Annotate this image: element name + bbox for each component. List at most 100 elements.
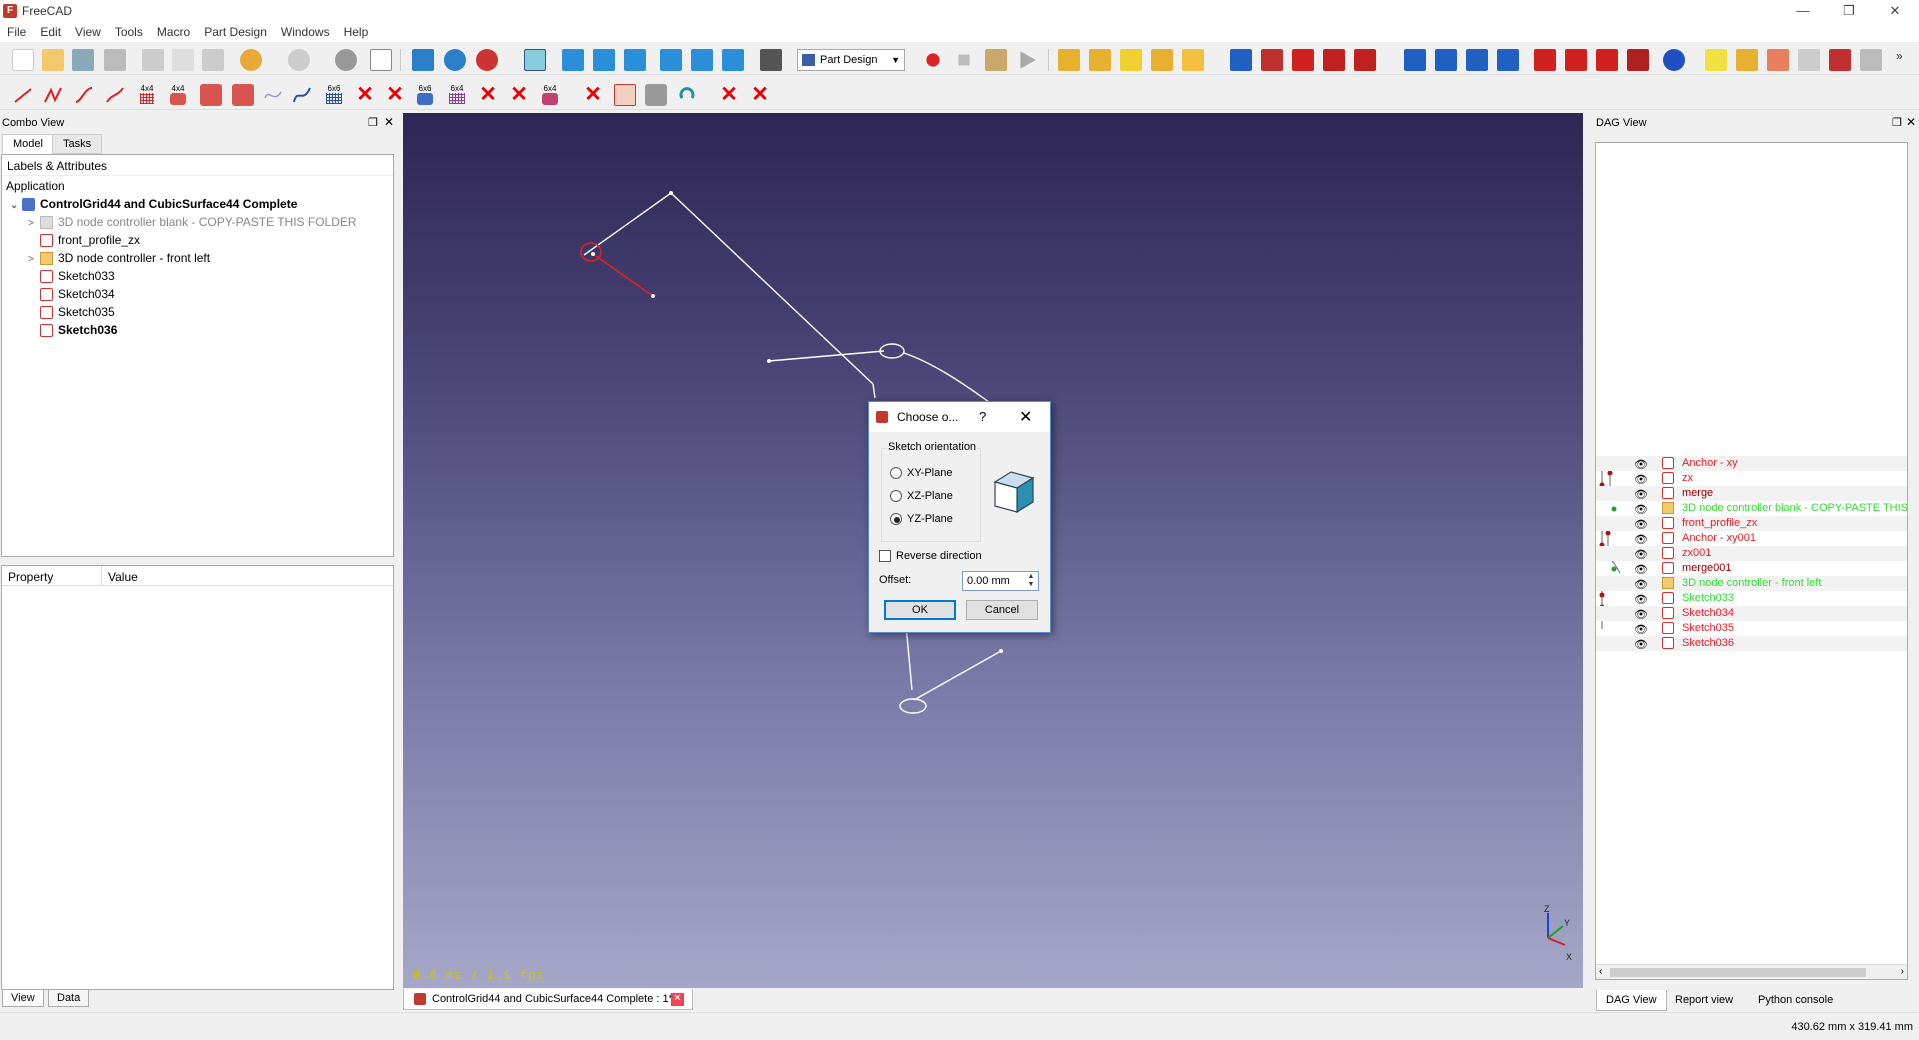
dialog-close-button[interactable]: ✕: [1019, 407, 1032, 427]
spin-up-icon[interactable]: ▲: [1025, 573, 1037, 581]
thickness-icon[interactable]: [1627, 49, 1649, 71]
save-icon[interactable]: [72, 49, 94, 71]
tree-item[interactable]: Sketch033: [28, 267, 115, 285]
float-icon[interactable]: ❐: [368, 116, 378, 129]
cubicsurface-64-icon[interactable]: 6x4: [539, 84, 561, 106]
tree-item[interactable]: >3D node controller blank - COPY-PASTE T…: [28, 213, 357, 231]
right-view-icon[interactable]: [624, 49, 646, 71]
dag-row[interactable]: 👁 Anchor - xy: [1596, 456, 1907, 471]
left-view-icon[interactable]: [722, 49, 744, 71]
tab-python-console[interactable]: Python console: [1749, 990, 1842, 1011]
menu-windows[interactable]: Windows: [274, 22, 337, 42]
offset-input[interactable]: 0.00 mm ▲ ▼: [962, 571, 1039, 591]
close-window-button[interactable]: ✕: [1872, 0, 1918, 22]
menu-file[interactable]: File: [0, 22, 33, 42]
eye-icon[interactable]: 👁: [1634, 578, 1648, 591]
disabled-x-icon[interactable]: ✕: [718, 84, 740, 106]
redo-icon[interactable]: [288, 49, 310, 71]
tab-data[interactable]: Data: [48, 990, 90, 1007]
view-icon[interactable]: [1798, 49, 1820, 71]
dag-row[interactable]: 👁 Sketch035: [1596, 621, 1907, 636]
help-button[interactable]: ?: [979, 409, 986, 424]
paste-icon[interactable]: [202, 49, 224, 71]
run-macro-icon[interactable]: [1020, 51, 1036, 69]
close-icon[interactable]: ✕: [384, 115, 394, 129]
disabled-x-icon[interactable]: ✕: [582, 84, 604, 106]
tab-dag-view[interactable]: DAG View: [1596, 990, 1667, 1011]
eye-icon[interactable]: 👁: [1634, 638, 1648, 651]
undo-icon[interactable]: [240, 49, 262, 71]
dag-row[interactable]: 👁 zx: [1596, 471, 1907, 486]
cubicsurface-66-icon[interactable]: 6x6: [414, 84, 436, 106]
eye-icon[interactable]: 👁: [1634, 503, 1648, 516]
radio-xz-plane[interactable]: XZ-Plane: [890, 490, 953, 503]
float-icon[interactable]: ❐: [1892, 116, 1902, 129]
groove-icon[interactable]: [1323, 49, 1345, 71]
cubic-curve-icon[interactable]: [73, 84, 95, 106]
scroll-left-icon[interactable]: ‹: [1599, 966, 1602, 977]
rear-view-icon[interactable]: [660, 49, 682, 71]
eye-icon[interactable]: 👁: [1634, 458, 1648, 471]
revolution-icon[interactable]: [1261, 49, 1283, 71]
toolbar-overflow-icon[interactable]: »: [1896, 49, 1908, 71]
tab-tasks[interactable]: Tasks: [52, 134, 103, 154]
draft-icon[interactable]: [1596, 49, 1618, 71]
tab-report-view[interactable]: Report view: [1666, 990, 1742, 1011]
export-icon[interactable]: [1829, 49, 1851, 71]
chevron-down-icon[interactable]: ⌄: [10, 197, 22, 215]
eye-icon[interactable]: 👁: [1634, 548, 1648, 561]
print-icon[interactable]: [104, 49, 126, 71]
cubicsurface-44-icon[interactable]: 4x4: [167, 84, 189, 106]
dag-row[interactable]: 👁 Sketch033: [1596, 591, 1907, 606]
pocket-icon[interactable]: [1292, 49, 1314, 71]
datum-plane-icon[interactable]: [1120, 49, 1142, 71]
document-tab[interactable]: ControlGrid44 and CubicSurface44 Complet…: [403, 989, 693, 1010]
eye-icon[interactable]: 👁: [1634, 533, 1648, 546]
polar-pattern-icon[interactable]: [1466, 49, 1488, 71]
radio-xy-plane[interactable]: XY-Plane: [890, 467, 952, 480]
rotate-icon[interactable]: [676, 84, 698, 106]
polyline-icon[interactable]: [42, 84, 64, 106]
cut-icon[interactable]: [142, 49, 164, 71]
dag-horizontal-scrollbar[interactable]: ‹ ›: [1596, 964, 1907, 979]
dag-row[interactable]: 👁 Sketch036: [1596, 636, 1907, 651]
menu-help[interactable]: Help: [337, 22, 376, 42]
isometric-view-icon[interactable]: [524, 49, 546, 71]
dag-row[interactable]: 👁 zx001: [1596, 546, 1907, 561]
fit-selection-icon[interactable]: [444, 49, 466, 71]
scrollbar-thumb[interactable]: [1610, 968, 1866, 977]
scroll-right-icon[interactable]: ›: [1901, 966, 1904, 977]
dag-row[interactable]: 👁 Sketch034: [1596, 606, 1907, 621]
eye-icon[interactable]: 👁: [1634, 488, 1648, 501]
tab-view[interactable]: View: [2, 990, 44, 1007]
whats-this-icon[interactable]: [370, 49, 392, 71]
dag-row[interactable]: 👁 Anchor - xy001: [1596, 531, 1907, 546]
tree-item[interactable]: Sketch035: [28, 303, 115, 321]
boolean-icon[interactable]: [1663, 49, 1685, 71]
dag-row[interactable]: 👁 merge: [1596, 486, 1907, 501]
eye-icon[interactable]: 👁: [1634, 623, 1648, 636]
close-icon[interactable]: ✕: [1906, 115, 1916, 129]
tree-item[interactable]: front_profile_zx: [28, 231, 140, 249]
controlgrid-44-icon[interactable]: 4x4: [136, 84, 158, 106]
surface-tool-2-icon[interactable]: [232, 84, 254, 106]
new-document-icon[interactable]: [12, 49, 34, 71]
fit-all-icon[interactable]: [412, 49, 434, 71]
pad-icon[interactable]: [1230, 49, 1252, 71]
refresh-icon[interactable]: [335, 49, 357, 71]
top-view-icon[interactable]: [593, 49, 615, 71]
create-body-icon[interactable]: [1058, 49, 1080, 71]
stop-macro-icon[interactable]: [958, 54, 970, 66]
disabled-x-icon[interactable]: ✕: [354, 84, 376, 106]
linear-pattern-icon[interactable]: [1435, 49, 1457, 71]
surface-tool-icon[interactable]: [200, 84, 222, 106]
disabled-x-icon[interactable]: ✕: [477, 84, 499, 106]
menu-view[interactable]: View: [68, 22, 108, 42]
eye-icon[interactable]: 👁: [1634, 593, 1648, 606]
ok-button[interactable]: OK: [884, 600, 956, 620]
controlgrid-66-icon[interactable]: 6x6: [323, 84, 345, 106]
reverse-direction-checkbox[interactable]: Reverse direction: [879, 550, 982, 563]
eye-icon[interactable]: 👁: [1634, 518, 1648, 531]
radio-yz-plane[interactable]: YZ-Plane: [890, 513, 953, 526]
controlgrid-64-icon[interactable]: 6x4: [446, 84, 468, 106]
